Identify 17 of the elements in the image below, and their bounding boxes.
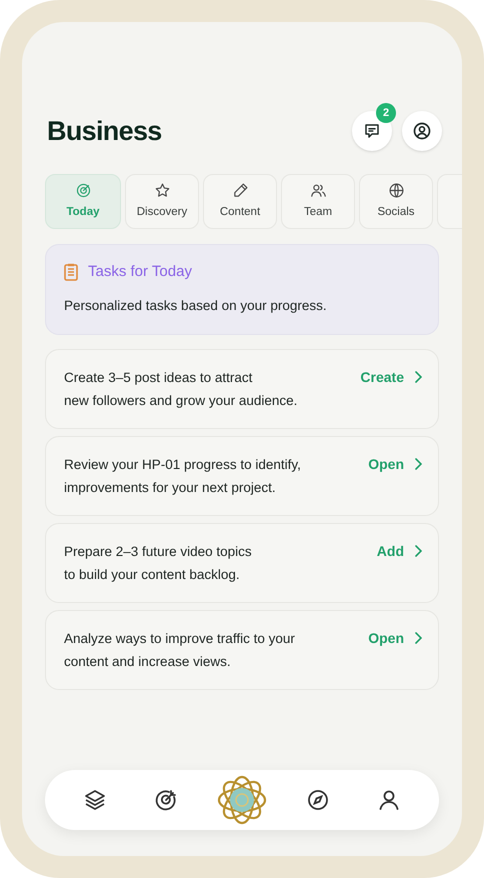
task-action-link[interactable]: Create [360, 366, 422, 389]
task-description: Review your HP-01 progress to identify, improvements for your next project. [64, 456, 301, 497]
card-title: Tasks for Today [88, 262, 192, 282]
task-description: Prepare 2–3 future video topics to build your content backlog. [64, 542, 252, 584]
tab[interactable]: Discovery [125, 174, 199, 229]
card-subtitle: Personalized tasks based on your progress. [64, 296, 328, 315]
tab[interactable]: Team [281, 174, 355, 229]
task-action-link[interactable]: Add [376, 540, 422, 563]
task-action-link[interactable]: Open [368, 626, 422, 650]
task-description: Analyze ways to improve traffic to your content and increase views. [64, 630, 295, 671]
page-title: Business [47, 114, 162, 148]
tab[interactable]: Socials [359, 174, 433, 229]
notification-badge: 2 [376, 103, 396, 123]
tab[interactable]: Today [45, 174, 121, 229]
tab[interactable]: Content [203, 174, 277, 229]
task-description: Create 3–5 post ideas to attract new followers and grow your audience. [64, 368, 298, 410]
task-action-link[interactable]: Open [368, 452, 422, 476]
